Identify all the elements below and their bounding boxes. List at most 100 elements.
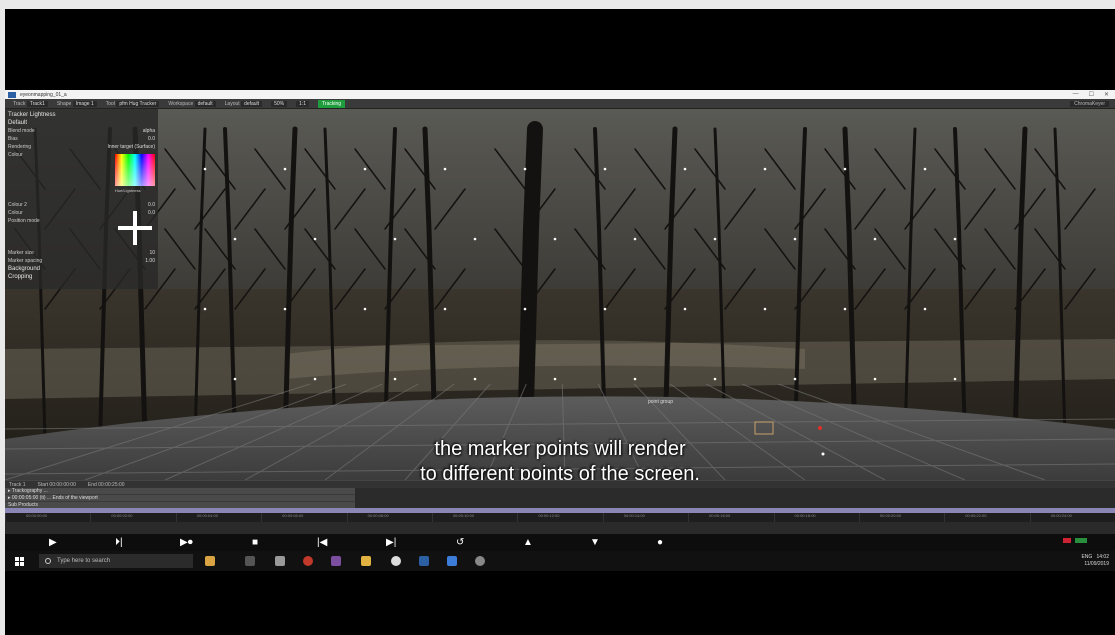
ruler-tick: 00:00:00:00 — [5, 513, 90, 522]
outliner-row[interactable]: ▸ 00:00:05:00 (ti) ... Ends of the viewp… — [5, 495, 355, 502]
mail-icon[interactable] — [447, 556, 457, 566]
toolbar-track-field[interactable]: Track Track1 — [13, 100, 48, 107]
setting-row[interactable]: Colour 2 0.0 — [8, 201, 155, 209]
marker-point — [473, 237, 477, 241]
color-picker-label: Hue/Lightness — [115, 188, 141, 193]
tray-time: 14:02 — [1096, 554, 1109, 560]
panel-section-cropping[interactable]: Cropping — [8, 273, 155, 281]
setting-row[interactable]: Marker spacing 1.00 — [8, 257, 155, 265]
marker-point — [633, 377, 637, 381]
toolbar-tool-field[interactable]: Tool pfm Hug Tracker — [106, 100, 160, 107]
keyframe-down-button[interactable]: ▼ — [590, 536, 600, 549]
fusion-app-icon[interactable] — [419, 556, 429, 566]
marker-point — [553, 377, 557, 381]
color-picker[interactable] — [115, 154, 155, 186]
folder-icon[interactable] — [361, 556, 371, 566]
settings-app-icon[interactable] — [475, 556, 485, 566]
timeline-ruler[interactable]: 00:00:00:00 00:00:02:00 00:00:04:00 00:0… — [5, 513, 1115, 522]
close-button[interactable]: ✕ — [1104, 91, 1109, 98]
ruler-tick: 00:00:10:00 — [431, 513, 517, 522]
marker-point — [393, 377, 397, 381]
panel-section-default[interactable]: Default — [8, 119, 155, 127]
marker-point — [953, 377, 957, 381]
tool-settings-panel: Tracker Lightness Default Blend mode alph… — [5, 109, 158, 289]
marker-point — [283, 307, 287, 311]
app-icon — [8, 91, 16, 98]
loop-button[interactable]: ↺ — [456, 536, 464, 549]
outliner-panel: Track 1 Start 00:00:00:00 End 00:00:25:0… — [5, 480, 1115, 509]
toolbar-shape-field[interactable]: Shape Image 1 — [57, 100, 97, 107]
tray-date: 11/09/2019 — [1084, 561, 1109, 567]
marker-point — [203, 307, 207, 311]
browser-icon[interactable] — [303, 556, 313, 566]
marker-point — [473, 377, 477, 381]
toolbar-workspace-field[interactable]: Workspace default — [168, 100, 216, 107]
ruler-tick: 00:00:12:00 — [517, 513, 602, 522]
toolbar-layout-field[interactable]: Layout default — [225, 100, 263, 107]
timeline-track[interactable] — [5, 522, 1115, 534]
task-view-icon[interactable] — [245, 556, 255, 566]
viewer-toolbar: Track Track1 Shape Image 1 Tool pfm Hug … — [5, 99, 1115, 109]
marker-point — [633, 237, 637, 241]
go-start-button[interactable]: |◀ — [317, 536, 327, 549]
marker-point — [283, 167, 287, 171]
ruler-tick: 00:00:08:00 — [346, 513, 432, 522]
windows-start-icon[interactable] — [15, 557, 24, 566]
marker-point — [553, 237, 557, 241]
cursor-app-icon[interactable] — [275, 556, 285, 566]
marker-point — [443, 167, 447, 171]
marker-point — [923, 307, 927, 311]
ruler-tick: 00:00:16:00 — [688, 513, 773, 522]
play-loop-button[interactable]: ▶⏺ — [180, 536, 193, 549]
panel-section-background[interactable]: Background — [8, 265, 155, 273]
chrome-icon[interactable] — [391, 556, 401, 566]
search-placeholder: Type here to search — [57, 558, 111, 564]
marker-point — [523, 307, 527, 311]
window-titlebar: eyeonmapping_01_a — ☐ ✕ — [5, 90, 1115, 99]
windows-taskbar: Type here to search ENG 14:02 11/09/2019 — [5, 551, 1115, 571]
marker-point — [713, 377, 717, 381]
marker-point — [523, 167, 527, 171]
marker-point — [793, 237, 797, 241]
user-icon[interactable] — [205, 556, 215, 566]
ratio-field[interactable]: 1:1 — [296, 100, 310, 107]
marker-point — [953, 237, 957, 241]
marker-point — [313, 237, 317, 241]
record-button[interactable]: ● — [657, 536, 663, 549]
record-indicator — [1063, 538, 1071, 543]
ruler-tick: 00:00:18:00 — [773, 513, 859, 522]
zoom-field[interactable]: 50% — [271, 100, 288, 107]
outliner-track-label: Track 1 — [9, 481, 26, 488]
ruler-tick: 00:00:02:00 — [90, 513, 175, 522]
marker-point — [443, 307, 447, 311]
setting-row[interactable]: Blend mode alpha — [8, 127, 155, 135]
marker-point — [763, 167, 767, 171]
setting-row[interactable]: Marker size 10 — [8, 249, 155, 257]
ruler-tick: 00:00:14:00 — [602, 513, 688, 522]
marker-point — [313, 377, 317, 381]
viewport-canvas[interactable] — [5, 109, 1115, 480]
app-icon-purple[interactable] — [331, 556, 341, 566]
minimize-button[interactable]: — — [1073, 91, 1079, 98]
marker-point — [233, 377, 237, 381]
marker-point — [763, 307, 767, 311]
keyframe-up-button[interactable]: ▲ — [523, 536, 533, 549]
step-forward-button[interactable]: ⏵| — [115, 536, 123, 549]
transport-controls: ▶ ⏵| ▶⏺ ■ |◀ ▶| ↺ ▲ ▼ ● — [5, 534, 1115, 551]
outliner-row[interactable]: ▸ Trackography ... — [5, 488, 355, 495]
go-end-button[interactable]: ▶| — [386, 536, 396, 549]
setting-row[interactable]: Rendering Inner target (Surface) — [8, 143, 155, 151]
marker-point — [203, 167, 207, 171]
marker-point — [683, 307, 687, 311]
system-tray[interactable]: ENG 14:02 11/09/2019 — [1081, 554, 1109, 568]
taskbar-search-input[interactable]: Type here to search — [39, 554, 193, 568]
setting-row[interactable]: Bias 0.0 — [8, 135, 155, 143]
play-button[interactable]: ▶ — [49, 536, 57, 549]
plus-icon[interactable] — [118, 211, 152, 245]
subtitle-line-1: the marker points will render — [434, 438, 686, 460]
tracking-status-button[interactable]: Tracking — [318, 99, 346, 108]
marker-point — [843, 167, 847, 171]
maximize-button[interactable]: ☐ — [1089, 91, 1094, 98]
stop-button[interactable]: ■ — [252, 536, 258, 549]
node-field[interactable]: ChromaKeyer — [1070, 100, 1109, 107]
